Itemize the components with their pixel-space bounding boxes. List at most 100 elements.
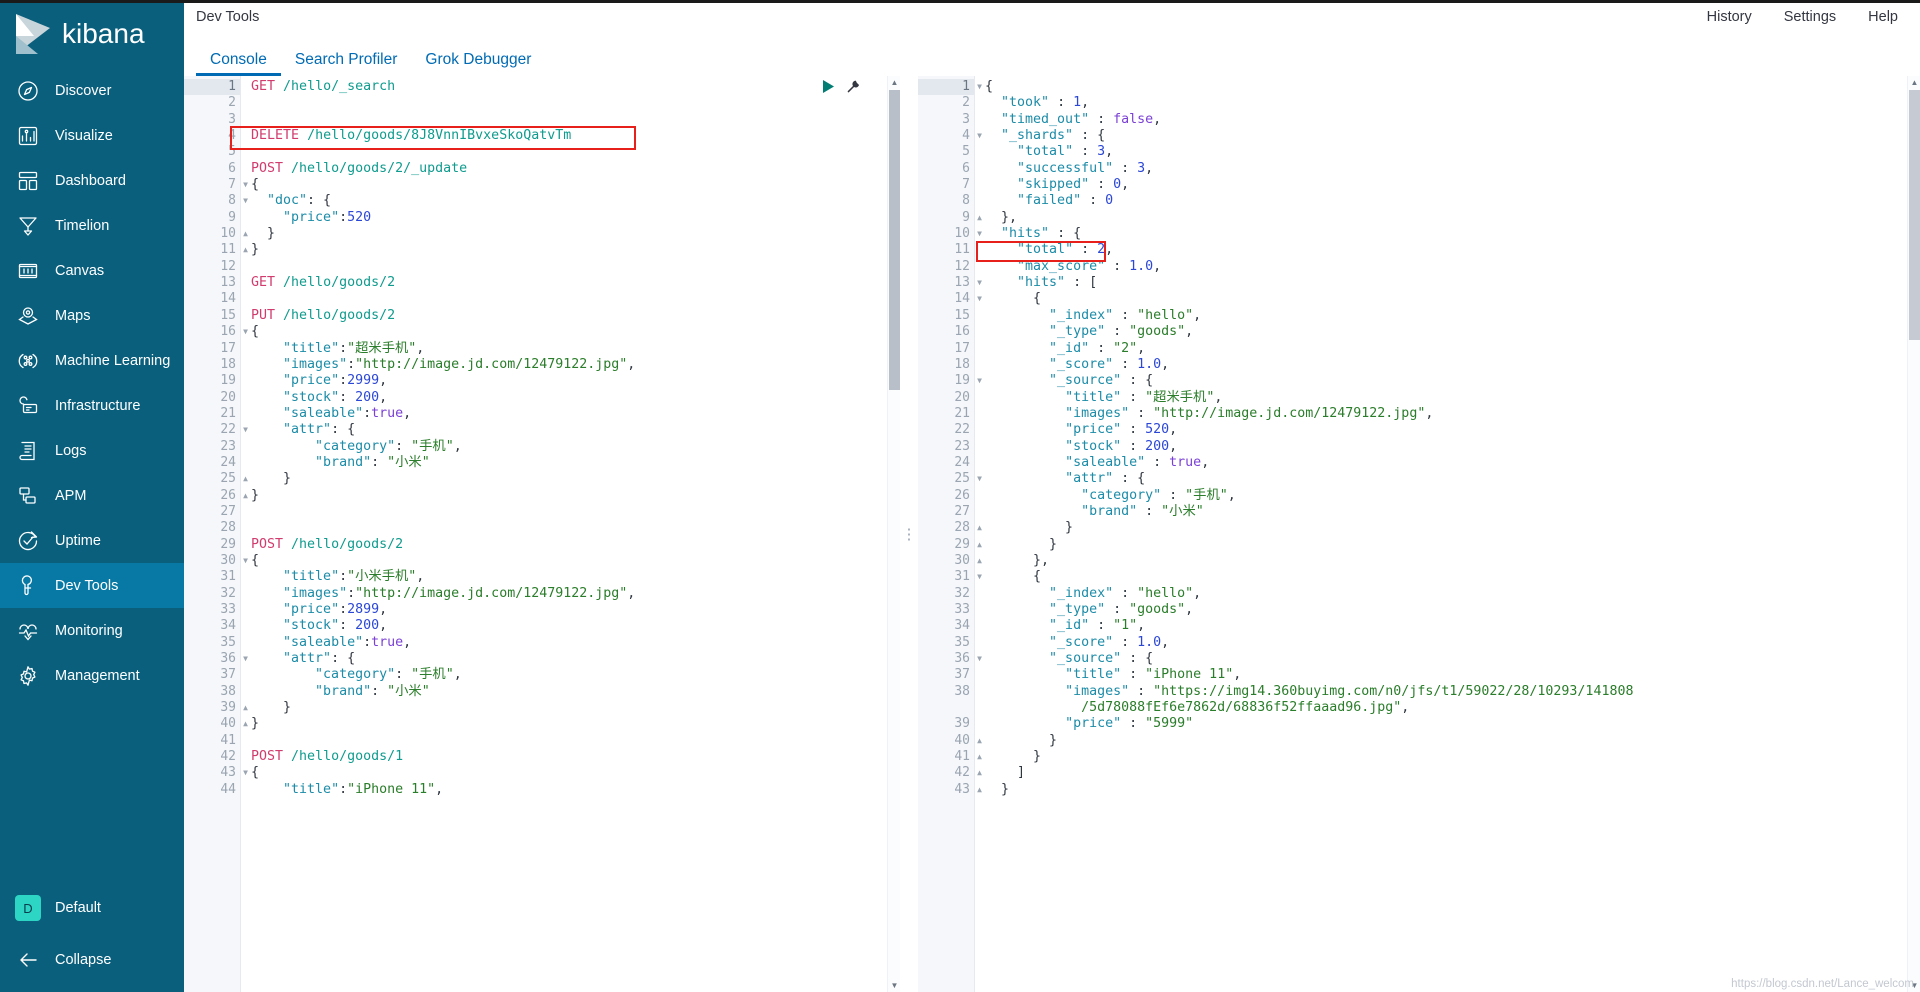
code-line[interactable]: "brand": "小米"	[251, 455, 887, 471]
code-line[interactable]: "total" : 2,	[985, 242, 1907, 258]
code-line[interactable]: {	[251, 553, 887, 569]
code-line[interactable]: }	[985, 782, 1907, 798]
code-line[interactable]: {	[251, 324, 887, 340]
sidebar-item-apm[interactable]: APM	[0, 473, 184, 518]
sidebar-item-maps[interactable]: Maps	[0, 293, 184, 338]
code-line[interactable]: "category" : "手机",	[985, 488, 1907, 504]
code-line[interactable]	[251, 144, 887, 160]
code-line[interactable]: "stock" : 200,	[985, 439, 1907, 455]
code-line[interactable]: {	[251, 765, 887, 781]
code-line[interactable]: POST /hello/goods/2	[251, 537, 887, 553]
sidebar-item-monitoring[interactable]: Monitoring	[0, 608, 184, 653]
code-line[interactable]: "brand" : "小米"	[985, 504, 1907, 520]
code-line[interactable]: "_id" : "2",	[985, 341, 1907, 357]
code-line[interactable]: "price":2899,	[251, 602, 887, 618]
scroll-down-arrow[interactable]: ▼	[888, 979, 901, 992]
scroll-up-arrow[interactable]: ▲	[1908, 76, 1920, 89]
code-line[interactable]: "attr" : {	[985, 471, 1907, 487]
code-line[interactable]: DELETE /hello/goods/8J8VnnIBvxeSkoQatvTm	[251, 128, 887, 144]
code-line[interactable]: "_source" : {	[985, 373, 1907, 389]
code-line[interactable]: "_type" : "goods",	[985, 324, 1907, 340]
sidebar-item-default-space[interactable]: D Default	[0, 882, 184, 934]
code-line[interactable]: "_source" : {	[985, 651, 1907, 667]
scrollbar-thumb[interactable]	[1909, 90, 1920, 340]
code-line[interactable]: "images" : "https://img14.360buyimg.com/…	[985, 684, 1907, 700]
code-line[interactable]: "saleable":true,	[251, 406, 887, 422]
response-editor[interactable]: 1 ▼ 2 3 4 ▼ 5 6 7 8 9 ▲ 10 ▼ 11 12 13 ▼ 14 ▼ 15 16 17 18 19 ▼ 20 21…	[918, 76, 1907, 992]
code-line[interactable]	[251, 112, 887, 128]
code-line[interactable]: "category": "手机",	[251, 439, 887, 455]
code-line[interactable]: {	[985, 569, 1907, 585]
code-line[interactable]: "price" : "5999"	[985, 716, 1907, 732]
code-line[interactable]: },	[985, 553, 1907, 569]
request-code[interactable]: GET /hello/_search DELETE /hello/goods/8…	[240, 76, 887, 992]
code-line[interactable]: POST /hello/goods/1	[251, 749, 887, 765]
tab-console[interactable]: Console	[196, 51, 281, 77]
sidebar-item-dev-tools[interactable]: Dev Tools	[0, 563, 184, 608]
request-vertical-scrollbar[interactable]: ▲ ▼	[887, 76, 900, 992]
code-line[interactable]: "skipped" : 0,	[985, 177, 1907, 193]
code-line[interactable]: "attr": {	[251, 651, 887, 667]
code-line[interactable]: "title":"小米手机",	[251, 569, 887, 585]
play-button[interactable]	[821, 79, 836, 94]
code-line[interactable]: "title" : "iPhone 11",	[985, 667, 1907, 683]
code-line[interactable]: "_index" : "hello",	[985, 308, 1907, 324]
code-line[interactable]: GET /hello/goods/2	[251, 275, 887, 291]
sidebar-item-visualize[interactable]: Visualize	[0, 113, 184, 158]
code-line[interactable]: "successful" : 3,	[985, 161, 1907, 177]
code-line[interactable]: PUT /hello/goods/2	[251, 308, 887, 324]
tab-search-profiler[interactable]: Search Profiler	[281, 51, 412, 77]
code-line[interactable]: "failed" : 0	[985, 193, 1907, 209]
code-line[interactable]: }	[251, 226, 887, 242]
code-line[interactable]: }	[251, 488, 887, 504]
sidebar-item-logs[interactable]: Logs	[0, 428, 184, 473]
sidebar-item-uptime[interactable]: Uptime	[0, 518, 184, 563]
code-line[interactable]: "brand": "小米"	[251, 684, 887, 700]
code-line[interactable]: "price" : 520,	[985, 422, 1907, 438]
scroll-up-arrow[interactable]: ▲	[888, 76, 901, 89]
scrollbar-thumb[interactable]	[889, 90, 900, 390]
request-editor[interactable]: 1 2 3 4 5 6 7 ▼ 8 ▼ 9 10 ▲ 11 ▲ 12 13 14 15 16 ▼ 17 18 19 20 21 22…	[184, 76, 887, 992]
kibana-logo[interactable]: kibana	[0, 0, 184, 68]
code-line[interactable]: "title" : "超米手机",	[985, 390, 1907, 406]
code-line[interactable]: "title":"超米手机",	[251, 341, 887, 357]
code-line[interactable]: "price":520	[251, 210, 887, 226]
response-code[interactable]: { "took" : 1, "timed_out" : false, "_sha…	[974, 76, 1907, 992]
sidebar-item-management[interactable]: Management	[0, 653, 184, 698]
code-line[interactable]: {	[985, 291, 1907, 307]
code-line[interactable]: "title":"iPhone 11",	[251, 782, 887, 798]
wrench-button[interactable]	[846, 79, 861, 94]
response-vertical-scrollbar[interactable]: ▲ ▼	[1907, 76, 1920, 992]
code-line[interactable]: "images":"http://image.jd.com/12479122.j…	[251, 357, 887, 373]
header-link-history[interactable]: History	[1707, 9, 1752, 25]
code-line[interactable]	[251, 291, 887, 307]
code-line[interactable]: "_type" : "goods",	[985, 602, 1907, 618]
code-line[interactable]: POST /hello/goods/2/_update	[251, 161, 887, 177]
code-line[interactable]: }	[985, 537, 1907, 553]
code-line[interactable]: }	[251, 700, 887, 716]
code-line[interactable]: "_id" : "1",	[985, 618, 1907, 634]
code-line[interactable]: }	[251, 716, 887, 732]
code-line[interactable]: ]	[985, 765, 1907, 781]
code-line[interactable]: /5d78088fEf6e7862d/68836f52ffaaad96.jpg"…	[985, 700, 1907, 716]
code-line[interactable]: "doc": {	[251, 193, 887, 209]
code-line[interactable]: "images" : "http://image.jd.com/12479122…	[985, 406, 1907, 422]
code-line[interactable]: },	[985, 210, 1907, 226]
code-line[interactable]: GET /hello/_search	[251, 79, 887, 95]
header-link-help[interactable]: Help	[1868, 9, 1898, 25]
code-line[interactable]: "stock": 200,	[251, 390, 887, 406]
code-line[interactable]: "saleable":true,	[251, 635, 887, 651]
header-link-settings[interactable]: Settings	[1784, 9, 1836, 25]
code-line[interactable]: "hits" : {	[985, 226, 1907, 242]
sidebar-item-timelion[interactable]: Timelion	[0, 203, 184, 248]
code-line[interactable]: "took" : 1,	[985, 95, 1907, 111]
code-line[interactable]	[251, 259, 887, 275]
code-line[interactable]: "stock": 200,	[251, 618, 887, 634]
code-line[interactable]	[251, 95, 887, 111]
code-line[interactable]: {	[251, 177, 887, 193]
code-line[interactable]: "_shards" : {	[985, 128, 1907, 144]
code-line[interactable]: "max_score" : 1.0,	[985, 259, 1907, 275]
code-line[interactable]	[251, 733, 887, 749]
code-line[interactable]: "hits" : [	[985, 275, 1907, 291]
code-line[interactable]: }	[251, 242, 887, 258]
